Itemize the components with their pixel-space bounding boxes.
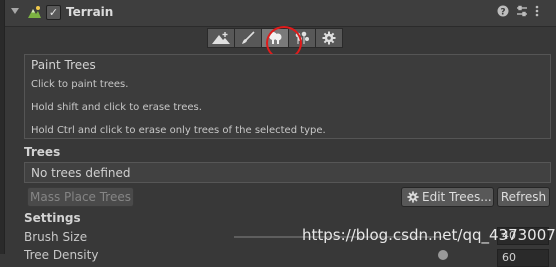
no-trees-label: No trees defined [31,166,131,180]
component-title: Terrain [66,5,114,19]
gear-icon [322,31,336,45]
tree-prototype-list[interactable]: No trees defined [24,162,551,183]
inspector-left-divider [4,0,5,254]
edit-trees-label: Edit Trees... [422,190,492,204]
help-line-1: Click to paint trees. [31,79,129,90]
foldout-arrow-icon[interactable] [11,8,19,14]
edit-trees-button[interactable]: Edit Trees... [401,187,494,207]
brush-size-label: Brush Size [24,230,88,244]
help-box: Paint Trees Click to paint trees. Hold s… [24,54,551,139]
help-line-3: Hold Ctrl and click to erase only trees … [31,125,326,136]
help-title: Paint Trees [31,58,96,72]
brush-icon [242,31,255,44]
tree-density-slider-knob[interactable] [438,250,448,260]
terrain-icon [27,5,41,22]
help-icon[interactable]: ? [497,5,509,20]
watermark-url: https://blog.csdn.net/qq_43730079 [302,226,556,244]
tree-density-field[interactable]: 60 [497,249,549,267]
tree-density-label: Tree Density [24,248,99,262]
paint-texture-tool-button[interactable] [234,28,262,48]
help-line-2: Hold shift and click to erase trees. [31,102,202,113]
mass-place-trees-button[interactable]: Mass Place Trees [27,187,134,207]
enabled-checkbox[interactable]: ✓ [46,5,61,20]
svg-text:?: ? [500,8,505,18]
raise-terrain-tool-button[interactable] [207,28,235,48]
gear-icon [407,191,419,203]
terrain-settings-tool-button[interactable] [315,28,343,48]
refresh-button[interactable]: Refresh [497,187,550,207]
trees-heading: Trees [24,145,61,159]
context-menu-icon[interactable] [535,5,539,20]
mountain-plus-icon [212,32,230,44]
component-header[interactable]: ✓ Terrain ? [5,0,556,27]
settings-heading: Settings [24,211,81,225]
preset-icon[interactable] [516,5,528,20]
